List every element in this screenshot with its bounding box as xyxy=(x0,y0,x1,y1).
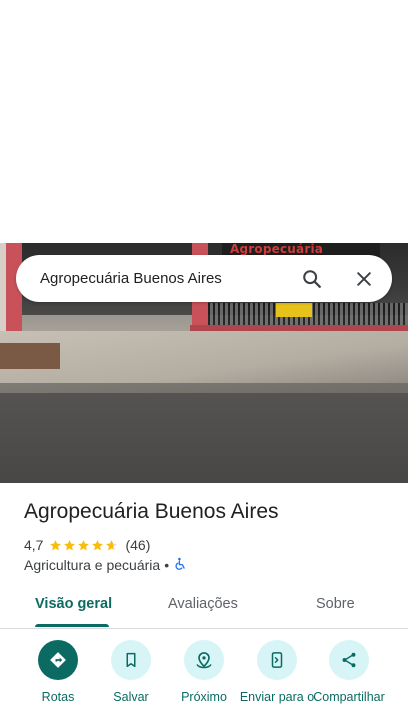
place-sheet: Agropecuária Agropecuária Buenos Aires A… xyxy=(0,0,408,726)
directions-button[interactable]: Rotas xyxy=(16,640,100,705)
share-button[interactable]: Compartilhar xyxy=(307,640,391,705)
place-title: Agropecuária Buenos Aires xyxy=(24,500,279,523)
action-bar: Rotas Salvar Próximo Enviar para o Compa… xyxy=(0,640,408,726)
reviews-count[interactable]: (46) xyxy=(125,537,150,553)
place-category: Agricultura e pecuária xyxy=(24,557,161,573)
rating-value: 4,7 xyxy=(24,537,44,553)
star-icon xyxy=(92,539,104,550)
rating-stars xyxy=(49,539,119,552)
tab-reviews[interactable]: Avaliações xyxy=(168,596,238,612)
nearby-button[interactable]: Próximo xyxy=(162,640,246,705)
share-label: Compartilhar xyxy=(313,690,385,704)
road xyxy=(0,393,408,483)
directions-label: Rotas xyxy=(41,690,75,704)
search-bar[interactable]: Agropecuária Buenos Aires xyxy=(16,255,392,302)
directions-icon[interactable] xyxy=(38,640,78,680)
close-icon[interactable] xyxy=(344,259,384,299)
save-label: Salvar xyxy=(113,690,149,704)
category-row: Agricultura e pecuária • xyxy=(24,556,187,574)
send-to-phone-icon[interactable] xyxy=(257,640,297,680)
search-icon[interactable] xyxy=(292,259,332,299)
separator: • xyxy=(164,557,170,573)
star-icon xyxy=(64,539,76,550)
nearby-label: Próximo xyxy=(181,690,227,704)
dirt-patch xyxy=(0,343,60,369)
star-half-icon xyxy=(106,539,118,550)
bookmark-icon[interactable] xyxy=(111,640,151,680)
rating-row[interactable]: 4,7 (46) xyxy=(24,536,150,554)
star-icon xyxy=(78,539,90,550)
share-icon[interactable] xyxy=(329,640,369,680)
save-button[interactable]: Salvar xyxy=(89,640,173,705)
active-tab-indicator xyxy=(35,624,109,627)
wheelchair-accessible-icon xyxy=(173,557,187,574)
yellow-sign xyxy=(276,303,312,317)
tab-overview[interactable]: Visão geral xyxy=(35,596,112,612)
tab-bar: Visão geral Avaliações Sobre xyxy=(0,582,408,629)
star-icon xyxy=(50,539,62,550)
search-query[interactable]: Agropecuária Buenos Aires xyxy=(40,270,292,287)
nearby-icon[interactable] xyxy=(184,640,224,680)
sidewalk xyxy=(0,331,408,391)
tab-about[interactable]: Sobre xyxy=(316,596,355,612)
